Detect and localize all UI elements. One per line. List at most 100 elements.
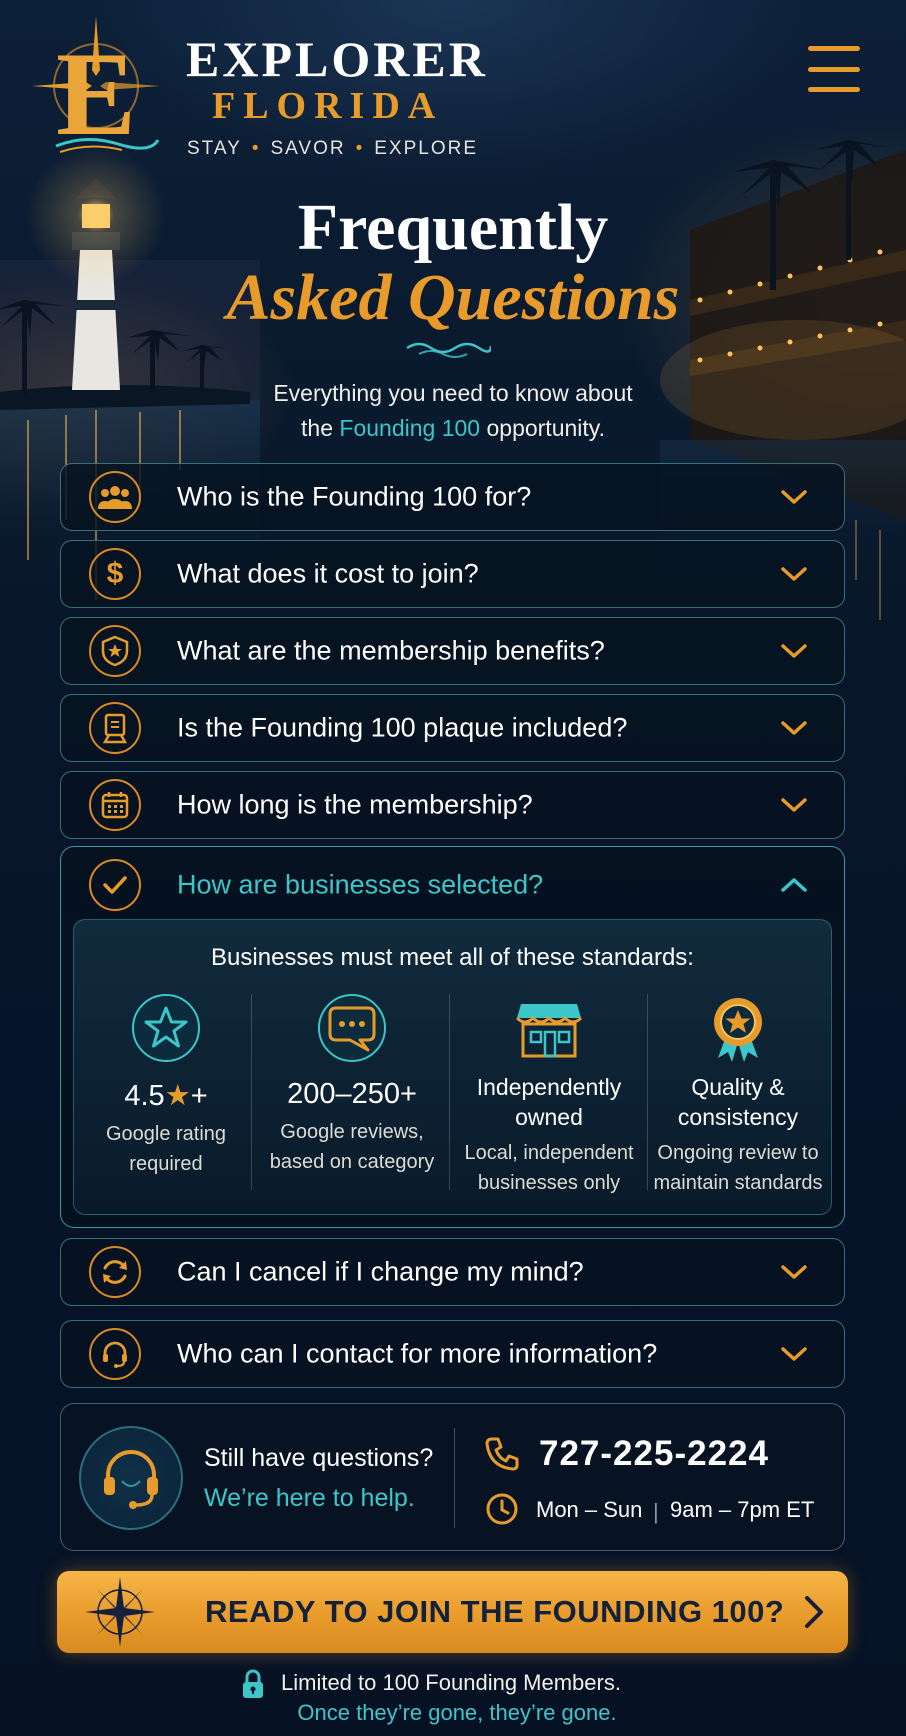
- standard-desc: Google reviews, based on category: [254, 1117, 450, 1177]
- chevron-down-icon[interactable]: [780, 719, 808, 737]
- rating-suffix: +: [190, 1080, 208, 1112]
- phone-number-link[interactable]: 727-225-2224: [539, 1434, 769, 1474]
- chevron-down-icon[interactable]: [780, 565, 808, 583]
- reviews-value: 200–250+: [287, 1078, 417, 1110]
- name-line: consistency: [677, 1104, 799, 1130]
- support-headset-icon: [79, 1426, 183, 1530]
- hamburger-menu-icon[interactable]: [806, 42, 862, 96]
- faq-item-cost[interactable]: $ What does it cost to join?: [60, 540, 845, 608]
- intro-prefix: the: [301, 415, 334, 441]
- menu-bar: [808, 46, 860, 51]
- faq-item-cancel[interactable]: Can I cancel if I change my mind?: [60, 1238, 845, 1306]
- standard-name: Quality & consistency: [648, 1072, 828, 1132]
- desc-line: businesses only: [477, 1172, 621, 1194]
- intro-text: Everything you need to know about the Fo…: [0, 376, 906, 446]
- faq-item-plaque[interactable]: Is the Founding 100 plaque included?: [60, 694, 845, 762]
- desc-line: maintain standards: [653, 1172, 823, 1194]
- name-line: owned: [515, 1104, 583, 1130]
- faq-question: What are the membership benefits?: [177, 635, 605, 666]
- contact-help: We’re here to help.: [204, 1484, 415, 1512]
- contact-prompt: Still have questions?: [204, 1444, 434, 1472]
- join-founding-button[interactable]: READY TO JOIN THE FOUNDING 100?: [57, 1571, 848, 1653]
- faq-question: How long is the membership?: [177, 789, 533, 820]
- rating-number: 4.5: [124, 1080, 165, 1112]
- standard-ownership: Independently owned Local, independent bus…: [450, 992, 648, 1194]
- standard-desc: Ongoing review to maintain standards: [648, 1138, 828, 1198]
- tagline-dot: •: [355, 138, 365, 159]
- standard-desc: Local, independent businesses only: [450, 1138, 648, 1198]
- tagline-word: SAVOR: [270, 138, 346, 159]
- dollar-icon: $: [89, 548, 141, 600]
- business-days: Mon – Sun: [536, 1497, 643, 1522]
- intro-suffix: opportunity.: [486, 415, 605, 441]
- people-group-icon: [89, 471, 141, 523]
- faq-question: How are businesses selected?: [177, 869, 544, 900]
- name-line: Quality &: [691, 1074, 785, 1100]
- intro-line: Everything you need to know about: [273, 380, 633, 406]
- standards-panel: Businesses must meet all of these standa…: [73, 919, 832, 1215]
- chevron-right-icon: [805, 1596, 823, 1628]
- column-divider: [251, 994, 252, 1190]
- name-line: Independently: [476, 1074, 622, 1100]
- calendar-icon: [89, 779, 141, 831]
- standards-heading: Businesses must meet all of these standa…: [211, 944, 694, 971]
- chevron-down-icon[interactable]: [780, 642, 808, 660]
- faq-page: E EXPLORER FLORIDA STAY • SAVOR • EXPLORE Fr…: [0, 0, 906, 1736]
- hours-separator: |: [653, 1499, 659, 1524]
- chevron-down-icon[interactable]: [780, 488, 808, 506]
- checkmark-circle-icon: [89, 859, 141, 911]
- faq-question: What does it cost to join?: [177, 558, 479, 589]
- award-ribbon-icon: [714, 998, 762, 1062]
- brand-name: EXPLORER: [186, 31, 488, 87]
- shield-star-icon: [89, 625, 141, 677]
- compass-rose-icon: [85, 1577, 155, 1647]
- desc-line: Ongoing review to: [657, 1142, 819, 1164]
- desc-line: based on category: [269, 1151, 435, 1173]
- contact-divider: [454, 1428, 455, 1528]
- limit-notice: Limited to 100 Founding Members.: [281, 1670, 621, 1695]
- desc-line: Google reviews,: [280, 1121, 424, 1143]
- tagline-word: EXPLORE: [374, 138, 478, 159]
- chevron-up-icon[interactable]: [780, 876, 808, 894]
- tagline-word: STAY: [187, 138, 242, 159]
- chevron-down-icon[interactable]: [780, 796, 808, 814]
- page-title: Frequently: [297, 191, 609, 264]
- faq-item-benefits[interactable]: What are the membership benefits?: [60, 617, 845, 685]
- desc-line: required: [129, 1153, 203, 1175]
- faq-question: Who is the Founding 100 for?: [177, 481, 532, 512]
- chevron-down-icon[interactable]: [780, 1345, 808, 1363]
- star-icon: [132, 994, 200, 1062]
- chevron-down-icon[interactable]: [780, 1263, 808, 1281]
- standard-desc: Google rating required: [82, 1119, 250, 1179]
- faq-item-contact[interactable]: Who can I contact for more information?: [60, 1320, 845, 1388]
- brand-tagline: STAY • SAVOR • EXPLORE: [187, 138, 478, 160]
- rating-star-icon: ★: [164, 1080, 191, 1112]
- wave-divider-icon: [406, 342, 491, 358]
- lock-icon: [243, 1669, 263, 1698]
- page-title-accent: Asked Questions: [226, 261, 680, 334]
- faq-question: Can I cancel if I change my mind?: [177, 1256, 584, 1287]
- headset-icon: [89, 1328, 141, 1380]
- contact-card: Still have questions? We’re here to help…: [60, 1403, 845, 1551]
- faq-question: Who can I contact for more information?: [177, 1338, 658, 1369]
- explorer-logo-icon: E: [32, 16, 160, 158]
- storefront-icon: [515, 1004, 583, 1058]
- brand-region: FLORIDA: [212, 85, 444, 127]
- menu-bar: [808, 87, 860, 92]
- chat-bubble-icon: [318, 994, 386, 1062]
- faq-item-who-for[interactable]: Who is the Founding 100 for?: [60, 463, 845, 531]
- intro-line: the Founding 100 opportunity.: [0, 411, 906, 446]
- clock-icon: [486, 1493, 518, 1525]
- desc-line: Google rating: [105, 1123, 227, 1145]
- rating-value: 4.5★+: [82, 1078, 250, 1113]
- intro-highlight: Founding 100: [339, 415, 481, 441]
- standard-rating: 4.5★+ Google rating required: [82, 992, 250, 1192]
- business-hours: 9am – 7pm ET: [670, 1497, 815, 1522]
- dollar-glyph: $: [106, 557, 124, 590]
- faq-item-duration[interactable]: How long is the membership?: [60, 771, 845, 839]
- menu-bar: [808, 66, 860, 72]
- faq-question: Is the Founding 100 plaque included?: [177, 712, 628, 743]
- standard-reviews: 200–250+ Google reviews, based on categor…: [254, 992, 450, 1192]
- desc-line: Local, independent: [464, 1142, 634, 1164]
- faq-item-selection-expanded[interactable]: How are businesses selected? Businesses …: [60, 846, 845, 1228]
